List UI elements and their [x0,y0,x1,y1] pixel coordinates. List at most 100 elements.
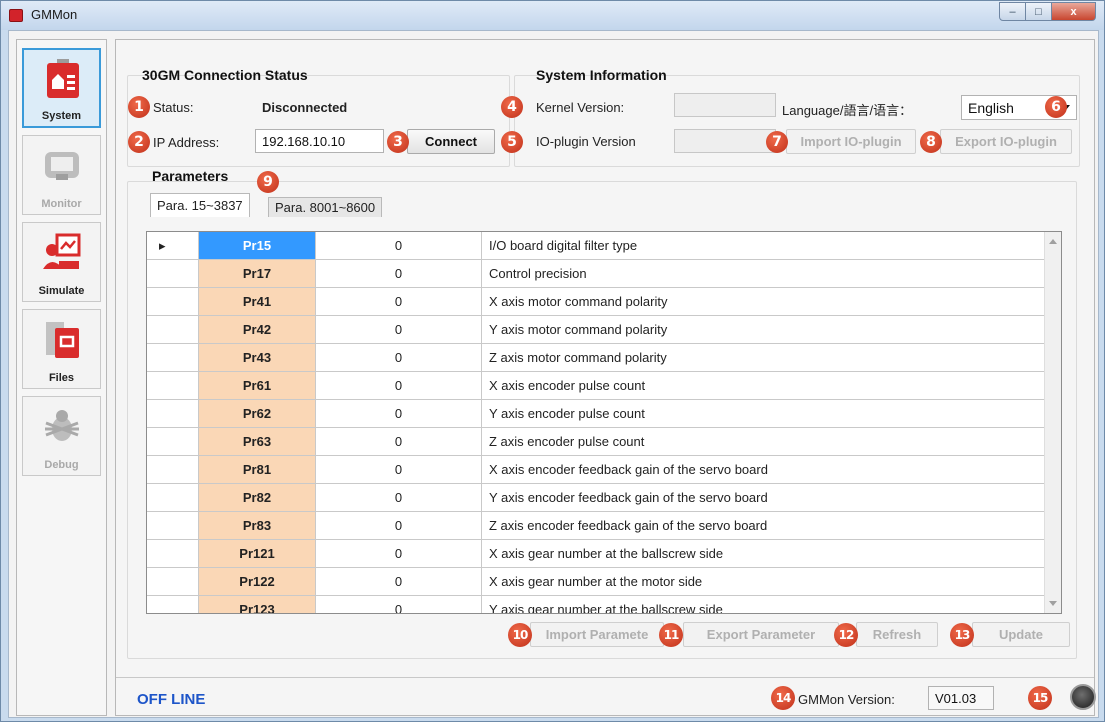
param-name-cell[interactable]: Pr43 [199,344,316,372]
nav-panel: System Monitor Simulate Files Debug [16,39,107,716]
param-description-cell[interactable]: Z axis encoder pulse count [482,428,1060,456]
row-indicator[interactable] [147,344,199,372]
table-row[interactable]: Pr63 0 Z axis encoder pulse count [147,428,1060,456]
table-row[interactable]: Pr17 0 Control precision [147,260,1060,288]
row-indicator[interactable] [147,568,199,596]
param-value-cell[interactable]: 0 [316,316,482,344]
param-description-cell[interactable]: Z axis encoder feedback gain of the serv… [482,512,1060,540]
table-row[interactable]: Pr122 0 X axis gear number at the motor si… [147,568,1060,596]
param-value-cell[interactable]: 0 [316,596,482,613]
table-row[interactable]: Pr81 0 X axis encoder feedback gain of the… [147,456,1060,484]
param-description-cell[interactable]: Y axis motor command polarity [482,316,1060,344]
param-value-cell[interactable]: 0 [316,260,482,288]
export-parameter-button[interactable]: Export Parameter [683,622,839,647]
param-name-cell[interactable]: Pr83 [199,512,316,540]
row-indicator[interactable] [147,288,199,316]
nav-item-label: Monitor [41,198,82,210]
row-indicator[interactable] [147,260,199,288]
param-value-cell[interactable]: 0 [316,456,482,484]
title-bar[interactable]: GMMon – □ x [1,1,1104,30]
table-row[interactable]: Pr61 0 X axis encoder pulse count [147,372,1060,400]
row-indicator[interactable] [147,372,199,400]
nav-item-simulate[interactable]: Simulate [22,222,101,302]
scroll-up-icon[interactable] [1049,239,1057,244]
param-name-cell[interactable]: Pr15 [199,232,316,260]
param-value-cell[interactable]: 0 [316,568,482,596]
row-indicator[interactable] [147,484,199,512]
param-name-cell[interactable]: Pr82 [199,484,316,512]
table-row[interactable]: Pr41 0 X axis motor command polarity [147,288,1060,316]
tab-para-8001-8600[interactable]: Para. 8001~8600 [268,197,383,217]
callout-3: 3 [387,131,409,153]
nav-item-monitor[interactable]: Monitor [22,135,101,215]
import-io-plugin-button[interactable]: Import IO-plugin [786,129,916,154]
param-description-cell[interactable]: X axis motor command polarity [482,288,1060,316]
param-name-cell[interactable]: Pr17 [199,260,316,288]
param-name-cell[interactable]: Pr122 [199,568,316,596]
param-value-cell[interactable]: 0 [316,512,482,540]
connect-button[interactable]: Connect [407,129,495,154]
maximize-button[interactable]: □ [1026,2,1052,21]
param-description-cell[interactable]: I/O board digital filter type [482,232,1060,260]
param-name-cell[interactable]: Pr42 [199,316,316,344]
row-indicator[interactable] [147,428,199,456]
param-value-cell[interactable]: 0 [316,428,482,456]
refresh-button[interactable]: Refresh [856,622,938,647]
import-parameter-button[interactable]: Import Paramete [530,622,664,647]
param-name-cell[interactable]: Pr123 [199,596,316,613]
param-value-cell[interactable]: 0 [316,288,482,316]
param-description-cell[interactable]: Z axis motor command polarity [482,344,1060,372]
param-description-cell[interactable]: Control precision [482,260,1060,288]
nav-item-label: Debug [44,459,79,471]
param-description-cell[interactable]: X axis encoder pulse count [482,372,1060,400]
ip-address-input[interactable]: 192.168.10.10 [255,129,384,153]
export-io-plugin-button[interactable]: Export IO-plugin [940,129,1072,154]
param-value-cell[interactable]: 0 [316,372,482,400]
tab-para-15-3837[interactable]: Para. 15~3837 [150,193,250,217]
param-name-cell[interactable]: Pr121 [199,540,316,568]
param-name-cell[interactable]: Pr63 [199,428,316,456]
param-description-cell[interactable]: Y axis encoder pulse count [482,400,1060,428]
row-indicator[interactable] [147,456,199,484]
param-value-cell[interactable]: 0 [316,484,482,512]
table-row[interactable]: Pr42 0 Y axis motor command polarity [147,316,1060,344]
update-button[interactable]: Update [972,622,1070,647]
row-indicator[interactable] [147,540,199,568]
param-value-cell[interactable]: 0 [316,540,482,568]
ip-address-label: IP Address: [153,135,220,150]
param-name-cell[interactable]: Pr61 [199,372,316,400]
table-scrollbar[interactable] [1044,232,1061,613]
nav-item-system[interactable]: System [22,48,101,128]
param-name-cell[interactable]: Pr62 [199,400,316,428]
param-value-cell[interactable]: 0 [316,344,482,372]
table-row[interactable]: ▸ Pr15 0 I/O board digital filter type [147,232,1060,260]
row-indicator[interactable] [147,316,199,344]
row-indicator[interactable]: ▸ [147,232,199,260]
table-row[interactable]: Pr83 0 Z axis encoder feedback gain of the… [147,512,1060,540]
param-name-cell[interactable]: Pr41 [199,288,316,316]
nav-item-files[interactable]: Files [22,309,101,389]
footer-divider [116,677,1094,678]
monitor-icon [45,152,79,180]
parameters-table[interactable]: ▸ Pr15 0 I/O board digital filter type Pr17 0… [146,231,1062,614]
param-name-cell[interactable]: Pr81 [199,456,316,484]
table-row[interactable]: Pr62 0 Y axis encoder pulse count [147,400,1060,428]
table-row[interactable]: Pr43 0 Z axis motor command polarity [147,344,1060,372]
param-description-cell[interactable]: X axis encoder feedback gain of the serv… [482,456,1060,484]
param-description-cell[interactable]: X axis gear number at the ballscrew side [482,540,1060,568]
table-row[interactable]: Pr82 0 Y axis encoder feedback gain of the… [147,484,1060,512]
row-indicator[interactable] [147,400,199,428]
param-value-cell[interactable]: 0 [316,400,482,428]
param-description-cell[interactable]: X axis gear number at the motor side [482,568,1060,596]
table-row[interactable]: Pr121 0 X axis gear number at the ballscre… [147,540,1060,568]
table-row[interactable]: Pr123 0 Y axis gear number at the ballscre… [147,596,1060,613]
param-value-cell[interactable]: 0 [316,232,482,260]
minimize-button[interactable]: – [999,2,1026,21]
nav-item-debug[interactable]: Debug [22,396,101,476]
row-indicator[interactable] [147,596,199,613]
param-description-cell[interactable]: Y axis gear number at the ballscrew side [482,596,1060,613]
scroll-down-icon[interactable] [1049,601,1057,606]
row-indicator[interactable] [147,512,199,540]
param-description-cell[interactable]: Y axis encoder feedback gain of the serv… [482,484,1060,512]
close-button[interactable]: x [1052,2,1096,21]
